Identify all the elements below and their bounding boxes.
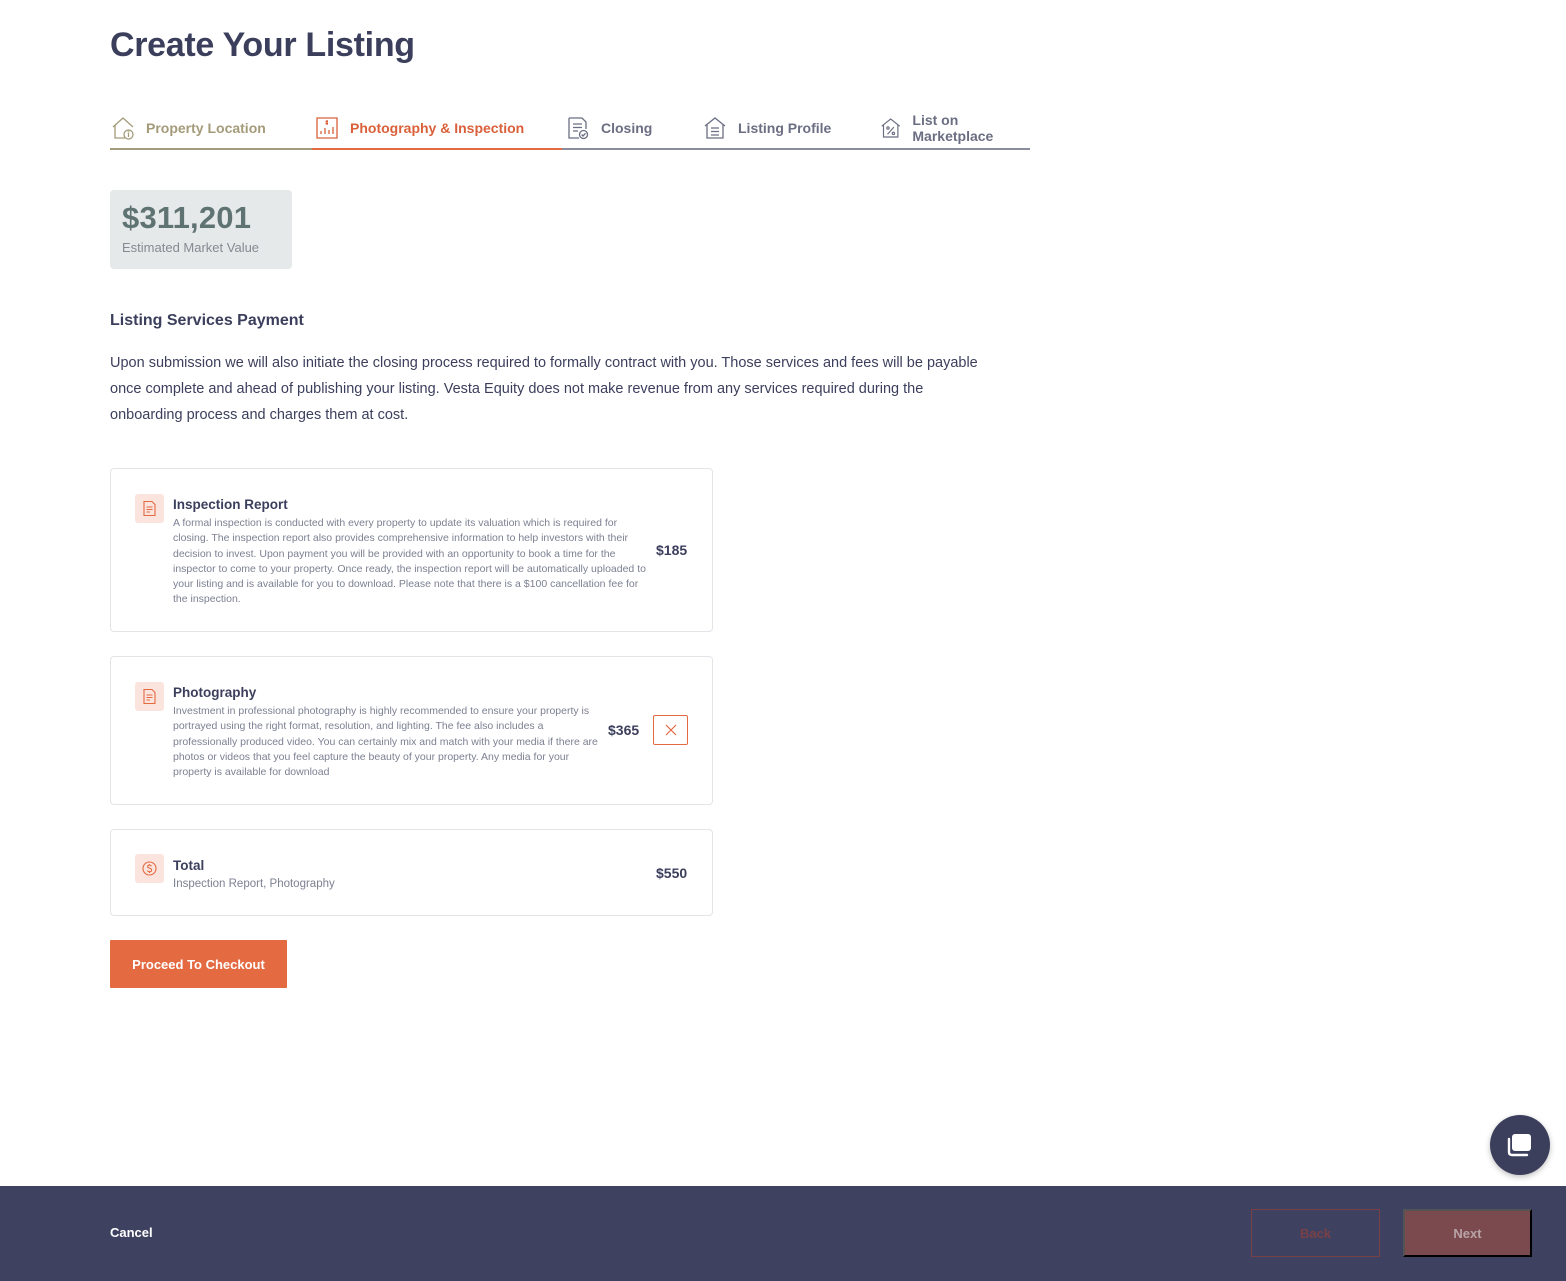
document-chart-icon: [316, 117, 338, 139]
dollar-circle-icon: [135, 854, 164, 883]
document-icon: [135, 494, 164, 523]
step-label: Listing Profile: [738, 120, 832, 136]
service-name: Inspection Report: [173, 497, 288, 512]
section-description: Upon submission we will also initiate th…: [110, 355, 978, 423]
back-button[interactable]: Back: [1251, 1209, 1380, 1257]
step-list-on-marketplace[interactable]: List on Marketplace: [879, 106, 1030, 150]
step-listing-profile[interactable]: Listing Profile: [702, 106, 831, 150]
chat-icon: [1507, 1134, 1531, 1157]
estimated-value-label: Estimated Market Value: [122, 240, 260, 255]
next-button[interactable]: Next: [1403, 1209, 1532, 1257]
chat-launcher-button[interactable]: [1490, 1115, 1550, 1175]
page-title: Create Your Listing: [110, 26, 415, 64]
service-price: $185: [656, 542, 688, 558]
house-info-icon: [112, 117, 134, 140]
step-closing[interactable]: Closing: [565, 106, 652, 150]
service-name: Photography: [173, 685, 257, 700]
progress-bar-done: [110, 148, 312, 150]
progress-steps: Property Location Photography & Inspecti…: [110, 106, 1030, 150]
house-percent-icon: [881, 118, 901, 138]
service-description: Investment in professional photography i…: [173, 705, 598, 779]
step-label: Photography & Inspection: [350, 120, 525, 136]
step-label: List on Marketplace: [912, 112, 994, 144]
step-photography-inspection[interactable]: Photography & Inspection: [314, 106, 524, 150]
total-price: $550: [656, 865, 688, 881]
house-list-icon: [704, 117, 726, 139]
estimated-value-amount: $311,201: [122, 200, 252, 235]
service-card-inspection: Inspection Report A formal inspection is…: [110, 468, 713, 632]
proceed-to-checkout-button[interactable]: Proceed To Checkout: [110, 940, 287, 988]
total-label: Total: [173, 858, 205, 873]
service-description: A formal inspection is conducted with ev…: [173, 517, 646, 606]
step-property-location[interactable]: Property Location: [110, 106, 266, 150]
total-items: Inspection Report, Photography: [173, 878, 335, 890]
estimated-value-card: $311,201 Estimated Market Value: [110, 190, 292, 269]
footer-bar: Cancel Back Next: [0, 1186, 1566, 1281]
cancel-link[interactable]: Cancel: [110, 1225, 153, 1240]
service-price: $365: [608, 722, 640, 738]
total-card: Total Inspection Report, Photography $55…: [110, 829, 713, 916]
step-label: Closing: [601, 120, 653, 136]
close-icon: [665, 724, 676, 736]
document-icon: [135, 682, 164, 711]
step-label: Property Location: [146, 120, 266, 136]
remove-photography-button[interactable]: [653, 715, 688, 745]
document-check-icon: [568, 117, 589, 140]
section-title: Listing Services Payment: [110, 312, 304, 329]
progress-bar-active: [312, 148, 562, 150]
service-card-photography: Photography Investment in professional p…: [110, 656, 713, 805]
